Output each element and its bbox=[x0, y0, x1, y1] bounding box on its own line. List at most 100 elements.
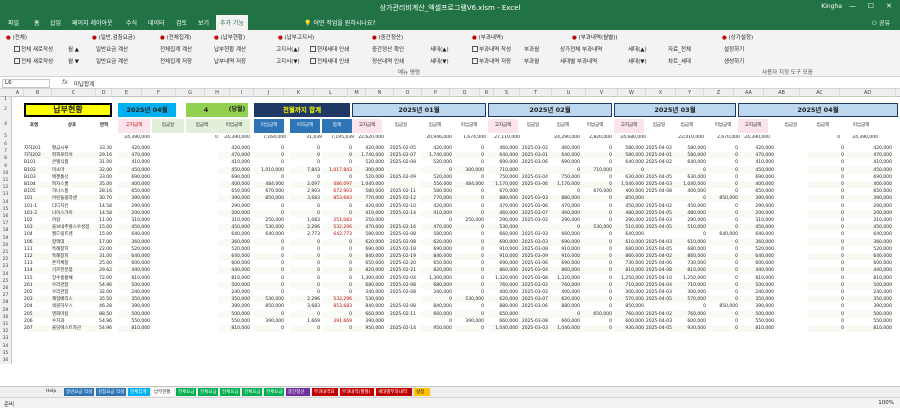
table-cell[interactable]: 730,000 bbox=[672, 260, 706, 268]
row-number[interactable]: 28 bbox=[0, 299, 12, 307]
table-cell[interactable]: 0 bbox=[708, 224, 738, 232]
table-cell[interactable]: 1,669 bbox=[290, 317, 320, 325]
table-cell[interactable]: 지하201 bbox=[24, 145, 52, 152]
table-cell[interactable]: 0 bbox=[708, 310, 738, 318]
table-cell[interactable]: 690,000 bbox=[548, 238, 580, 246]
charge-month-up-button[interactable]: 부과월 bbox=[524, 45, 539, 53]
row-number[interactable]: 33 bbox=[0, 335, 12, 343]
table-cell[interactable]: 올딩에스트자산 bbox=[52, 325, 96, 332]
table-cell[interactable]: 290,000 bbox=[118, 202, 150, 210]
table-cell[interactable]: 0 bbox=[580, 238, 612, 246]
table-cell[interactable]: 2025-03-08 bbox=[518, 274, 548, 282]
table-cell[interactable]: 2,903 bbox=[290, 188, 320, 196]
table-cell[interactable]: 0 bbox=[708, 260, 738, 268]
table-cell[interactable]: 0 bbox=[614, 166, 644, 174]
table-cell[interactable]: 54.96 bbox=[96, 281, 112, 289]
midcalc-print-button[interactable]: 정산내역 인쇄 bbox=[372, 57, 404, 65]
table-cell[interactable]: 620,000 bbox=[548, 296, 580, 304]
table-cell[interactable]: 1,740,000 bbox=[352, 152, 384, 160]
table-cell[interactable]: 2025-04-02 bbox=[644, 253, 672, 260]
table-cell[interactable]: 640,000 bbox=[738, 253, 774, 260]
table-cell[interactable]: 0 bbox=[290, 152, 320, 160]
table-cell[interactable]: 0 bbox=[290, 310, 320, 318]
table-cell[interactable]: 690,000 bbox=[118, 173, 150, 181]
table-cell[interactable]: 950,000 bbox=[420, 325, 452, 332]
table-cell[interactable]: 600,000 bbox=[846, 260, 892, 268]
sheet-tab[interactable]: 전체요금 bbox=[198, 388, 218, 396]
table-cell[interactable]: 660,000 bbox=[352, 310, 384, 318]
table-cell[interactable]: 410,000 bbox=[846, 159, 892, 167]
table-cell[interactable]: 450,000 bbox=[846, 224, 892, 232]
table-cell[interactable]: 620,000 bbox=[488, 296, 518, 304]
table-cell[interactable]: 610,000 bbox=[614, 238, 644, 246]
table-cell[interactable]: 470,000 bbox=[420, 224, 452, 232]
table-cell[interactable]: 600,000 bbox=[614, 317, 644, 325]
table-cell[interactable]: 0 bbox=[454, 173, 484, 181]
table-cell[interactable]: 1,040,000 bbox=[352, 181, 384, 188]
table-cell[interactable]: 420,000 bbox=[352, 202, 384, 210]
table-cell[interactable]: 2025-03-02 bbox=[518, 289, 548, 296]
table-cell[interactable]: 2025-03-03 bbox=[518, 195, 548, 203]
sheet-tab[interactable]: 세대별부과내역 bbox=[376, 388, 412, 396]
table-cell[interactable]: 810,000 bbox=[738, 274, 774, 282]
midcalc-check-button[interactable]: 중간정산 확인 bbox=[372, 45, 404, 53]
create-button[interactable]: 생성하기 bbox=[724, 57, 744, 65]
table-cell[interactable]: 820,000 bbox=[420, 267, 452, 275]
table-cell[interactable]: 수지과 bbox=[52, 317, 96, 325]
table-cell[interactable]: B102 bbox=[24, 166, 52, 174]
column-header[interactable]: P bbox=[422, 89, 450, 97]
table-cell[interactable]: 250,000 bbox=[352, 217, 384, 224]
table-cell[interactable]: 0 bbox=[420, 166, 452, 174]
table-cell[interactable]: 840,000 bbox=[352, 253, 384, 260]
table-cell[interactable]: 1,320,000 bbox=[488, 274, 518, 282]
table-cell[interactable]: 880,000 bbox=[548, 303, 580, 311]
table-cell[interactable]: 640,000 bbox=[488, 152, 518, 160]
table-cell[interactable] bbox=[644, 195, 672, 203]
table-cell[interactable]: 1,017,843 bbox=[322, 166, 352, 174]
table-cell[interactable]: 101-2 bbox=[24, 209, 52, 217]
table-cell[interactable]: 0 bbox=[322, 245, 352, 253]
table-cell[interactable]: 580,000 bbox=[420, 231, 452, 239]
table-cell[interactable]: 660,000 bbox=[488, 317, 518, 325]
table-cell[interactable]: 0 bbox=[580, 260, 612, 268]
unit-monthly-down-button[interactable]: 세대(▼) bbox=[628, 57, 647, 65]
row-number[interactable]: 34 bbox=[0, 342, 12, 350]
table-cell[interactable]: 910,000 bbox=[488, 253, 518, 260]
table-cell[interactable]: 420,000 bbox=[420, 145, 452, 152]
table-cell[interactable]: 530,000 bbox=[454, 296, 484, 304]
table-cell[interactable] bbox=[386, 217, 416, 224]
table-cell[interactable]: 250,000 bbox=[454, 217, 484, 224]
table-cell[interactable]: 500,000 bbox=[218, 310, 250, 318]
table-cell[interactable]: 640,000 bbox=[614, 159, 644, 167]
table-cell[interactable]: 0 bbox=[808, 296, 844, 304]
row-number[interactable]: 21 bbox=[0, 249, 12, 257]
table-cell[interactable]: 112 bbox=[24, 253, 52, 260]
table-cell[interactable]: 0 bbox=[708, 202, 738, 210]
table-cell[interactable]: 14.58 bbox=[96, 202, 112, 210]
table-cell[interactable]: 0 bbox=[808, 274, 844, 282]
table-cell[interactable]: 2025-03-06 bbox=[518, 303, 548, 311]
table-cell[interactable]: 2025-04-06 bbox=[644, 260, 672, 268]
table-cell[interactable]: 510,000 bbox=[614, 224, 644, 232]
table-cell[interactable]: 640,000 bbox=[118, 253, 150, 260]
table-cell[interactable]: 600,000 bbox=[738, 260, 774, 268]
sheet-tab[interactable]: 검침요금 작성 bbox=[96, 388, 126, 396]
table-cell[interactable]: 0 bbox=[808, 289, 844, 296]
table-cell[interactable]: 880,000 bbox=[548, 195, 580, 203]
table-cell[interactable]: 530,000 bbox=[352, 296, 384, 304]
table-cell[interactable]: 0 bbox=[708, 253, 738, 260]
table-cell[interactable]: 207 bbox=[24, 325, 52, 332]
table-cell[interactable]: 2025-03-02 bbox=[518, 281, 548, 289]
table-cell[interactable]: 532,296 bbox=[322, 224, 352, 232]
table-cell[interactable]: 0 bbox=[322, 281, 352, 289]
table-cell[interactable]: 450,000 bbox=[614, 202, 644, 210]
table-cell[interactable]: 0 bbox=[808, 303, 844, 311]
table-cell[interactable]: 0 bbox=[420, 217, 452, 224]
table-cell[interactable]: 470,000 bbox=[846, 152, 892, 160]
table-cell[interactable]: 88.50 bbox=[96, 310, 112, 318]
table-cell[interactable]: 880,000 bbox=[488, 195, 518, 203]
new-all-button-2[interactable]: 전체 새로작성 bbox=[14, 57, 53, 65]
table-cell[interactable]: 440,000 bbox=[846, 267, 892, 275]
table-cell[interactable]: 106 bbox=[24, 238, 52, 246]
row-number[interactable]: 2 bbox=[0, 103, 12, 117]
